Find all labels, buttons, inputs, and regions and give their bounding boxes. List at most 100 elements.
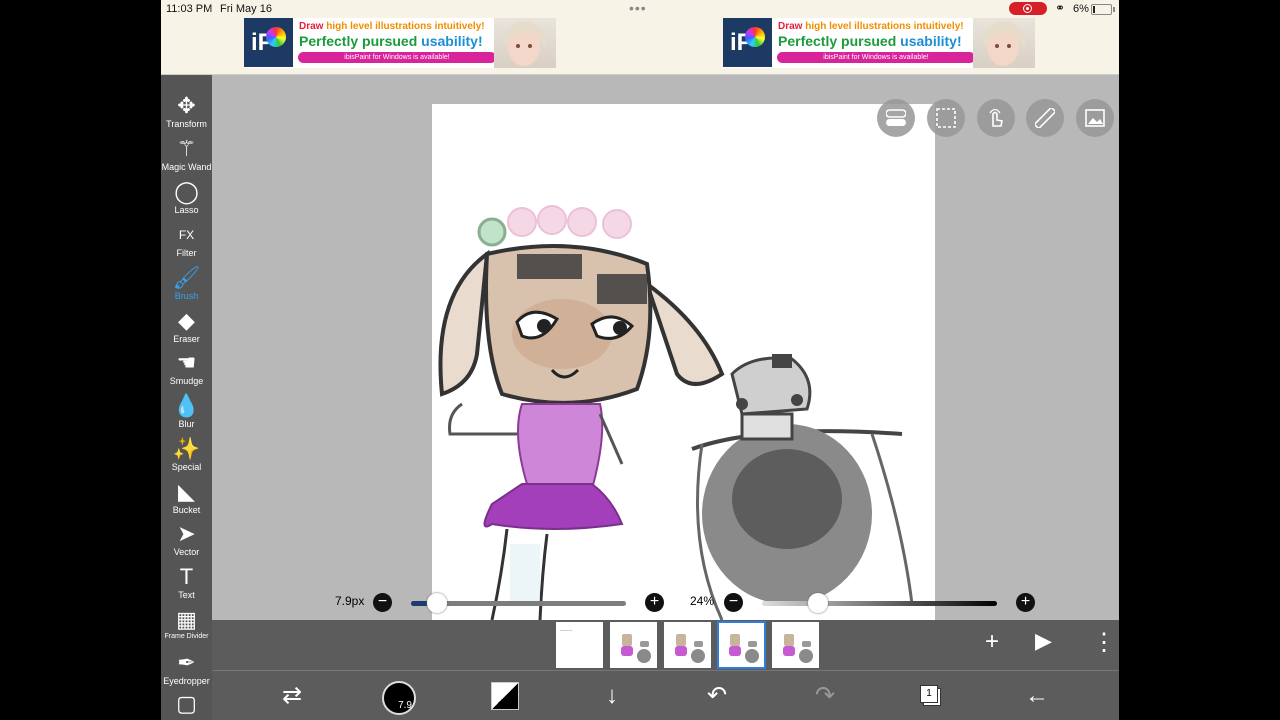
tool-label: Vector	[173, 547, 200, 557]
tool-transform[interactable]: ✥ Transform	[161, 93, 212, 135]
tool-blur[interactable]: 💧 Blur	[161, 393, 212, 435]
brush-icon: 🖌	[172, 265, 201, 290]
tool-label: Transform	[166, 119, 207, 129]
tool-frame-divider[interactable]: ▦ Frame Divider	[161, 607, 212, 649]
status-date: Fri May 16	[220, 3, 272, 15]
tool-bucket[interactable]: ◣ Bucket	[161, 479, 212, 521]
tool-eyedropper[interactable]: ✒ Eyedropper	[161, 650, 212, 692]
ibispaint-logo: iP	[244, 18, 293, 67]
brush-opacity-knob[interactable]	[808, 593, 829, 613]
touch-hand-icon	[989, 108, 1003, 127]
tool-vector[interactable]: ➤ Vector	[161, 521, 212, 563]
tool-label: Filter	[176, 248, 197, 258]
tool-text[interactable]: T Text	[161, 564, 212, 606]
link-icon: ⚭	[1055, 1, 1066, 15]
tool-sidebar: ✥ Transform ⚚ Magic Wand ◯ Lasso FX Filter 🖌 Brus…	[161, 75, 212, 720]
frame-thumbnail[interactable]: ~~~	[556, 622, 603, 668]
down-arrow-icon[interactable]: ↓	[597, 671, 627, 720]
ad-line-3: ibisPaint for Windows is available!	[298, 52, 496, 63]
ad-banner[interactable]: iP Draw high level illustrations intuiti…	[244, 18, 556, 68]
eyedropper-icon: ✒	[177, 650, 196, 675]
play-animation-button[interactable]: ▶	[1035, 628, 1052, 654]
special-sparkle-icon: ✨	[172, 436, 201, 461]
tool-swap-icon[interactable]: ⇄	[277, 671, 307, 720]
ruler-button[interactable]	[1026, 99, 1064, 137]
bottom-toolbar: ⇄ 7.9 ↓ ↶ ↷ 1 ←	[212, 670, 1119, 720]
multitask-dots-icon[interactable]: •••	[629, 0, 647, 16]
brush-size-knob[interactable]	[426, 593, 447, 613]
ipad-screen: 11:03 PM Fri May 16 ••• ⚭ 6% iP Draw hig…	[161, 0, 1119, 720]
tool-label: Bucket	[172, 505, 201, 515]
tool-brush[interactable]: 🖌 Brush	[161, 265, 212, 307]
frame-thumbnail[interactable]	[772, 622, 819, 668]
redo-icon[interactable]: ↷	[810, 671, 840, 720]
canvas-square-icon: ▢	[176, 691, 197, 716]
ruler-icon	[1035, 108, 1055, 128]
status-bar: 11:03 PM Fri May 16 ••• ⚭ 6%	[161, 0, 1119, 18]
tool-label: Text	[178, 590, 195, 600]
brush-opacity-slider[interactable]	[762, 601, 997, 606]
brush-size-button[interactable]: 7.9	[382, 681, 416, 715]
brush-opacity-label: 24%	[690, 594, 715, 608]
vector-cursor-icon: ➤	[177, 521, 196, 546]
layers-button[interactable]: 1	[920, 685, 938, 703]
move-arrows-icon: ✥	[177, 93, 196, 118]
tool-label: Blur	[178, 419, 195, 429]
ad-banner[interactable]: iP Draw high level illustrations intuiti…	[723, 18, 1035, 68]
tool-canvas[interactable]: ▢	[161, 691, 212, 720]
add-frame-button[interactable]: +	[985, 628, 999, 656]
ad-line-1: Draw high level illustrations intuitivel…	[778, 21, 964, 32]
canvas-workspace[interactable]: 7.9px − + 24% − +	[212, 75, 1119, 620]
tool-label: Eraser	[173, 334, 200, 344]
drawing-canvas[interactable]	[432, 104, 935, 620]
tool-special[interactable]: ✨ Special	[161, 436, 212, 478]
ad-line-2: Perfectly pursued usability!	[778, 33, 962, 49]
tool-label: Lasso	[174, 205, 199, 215]
tool-lasso[interactable]: ◯ Lasso	[161, 179, 212, 221]
tool-filter[interactable]: FX Filter	[161, 222, 212, 264]
tool-smudge[interactable]: ☚ Smudge	[161, 350, 212, 392]
screen-recording-icon	[1009, 2, 1047, 15]
battery-icon	[1091, 4, 1115, 15]
frame-thumbnail[interactable]	[717, 621, 766, 669]
reference-image-icon	[1085, 109, 1105, 127]
ibispaint-logo: iP	[723, 18, 772, 67]
brush-opacity-plus-button[interactable]: +	[1016, 593, 1035, 612]
undo-icon[interactable]: ↶	[702, 671, 732, 720]
back-arrow-icon[interactable]: ←	[1022, 671, 1052, 720]
tool-eraser[interactable]: ◆ Eraser	[161, 308, 212, 350]
canvas-drawing	[438, 205, 914, 620]
tool-label: Magic Wand	[161, 162, 212, 172]
brush-size-plus-button[interactable]: +	[645, 593, 664, 612]
color-picker-button[interactable]	[491, 682, 519, 710]
ad-character-image	[494, 18, 556, 68]
reference-button[interactable]	[1076, 99, 1114, 137]
blur-drop-icon: 💧	[172, 393, 201, 418]
tool-label: Brush	[174, 291, 199, 301]
brush-size-minus-button[interactable]: −	[373, 593, 392, 612]
frame-thumbnail[interactable]	[610, 622, 657, 668]
brush-opacity-minus-button[interactable]: −	[724, 593, 743, 612]
battery-percent: 6%	[1073, 3, 1089, 15]
tool-label: Special	[171, 462, 202, 472]
tool-label: Frame Divider	[164, 633, 209, 640]
selection-rect-icon	[936, 108, 956, 128]
brush-size-label: 7.9px	[335, 594, 365, 608]
frame-thumbnail[interactable]	[664, 622, 711, 668]
ad-line-3: ibisPaint for Windows is available!	[777, 52, 975, 63]
tool-label: Smudge	[169, 376, 204, 386]
ad-line-2: Perfectly pursued usability!	[299, 33, 483, 49]
fx-filter-icon: FX	[178, 228, 195, 242]
magic-wand-icon: ⚚	[176, 136, 197, 161]
ad-character-image	[973, 18, 1035, 68]
brush-slider-row: 7.9px − + 24% − +	[212, 588, 1119, 616]
eraser-icon: ◆	[178, 308, 195, 333]
selection-button[interactable]	[927, 99, 965, 137]
ad-line-1: Draw high level illustrations intuitivel…	[299, 21, 485, 32]
frame-more-button[interactable]: ⋮	[1092, 628, 1116, 657]
toggle-settings-button[interactable]	[877, 99, 915, 137]
tool-magic-wand[interactable]: ⚚ Magic Wand	[161, 136, 212, 178]
toggle-settings-icon	[886, 109, 906, 126]
touch-button[interactable]	[977, 99, 1015, 137]
lasso-icon: ◯	[174, 179, 199, 204]
